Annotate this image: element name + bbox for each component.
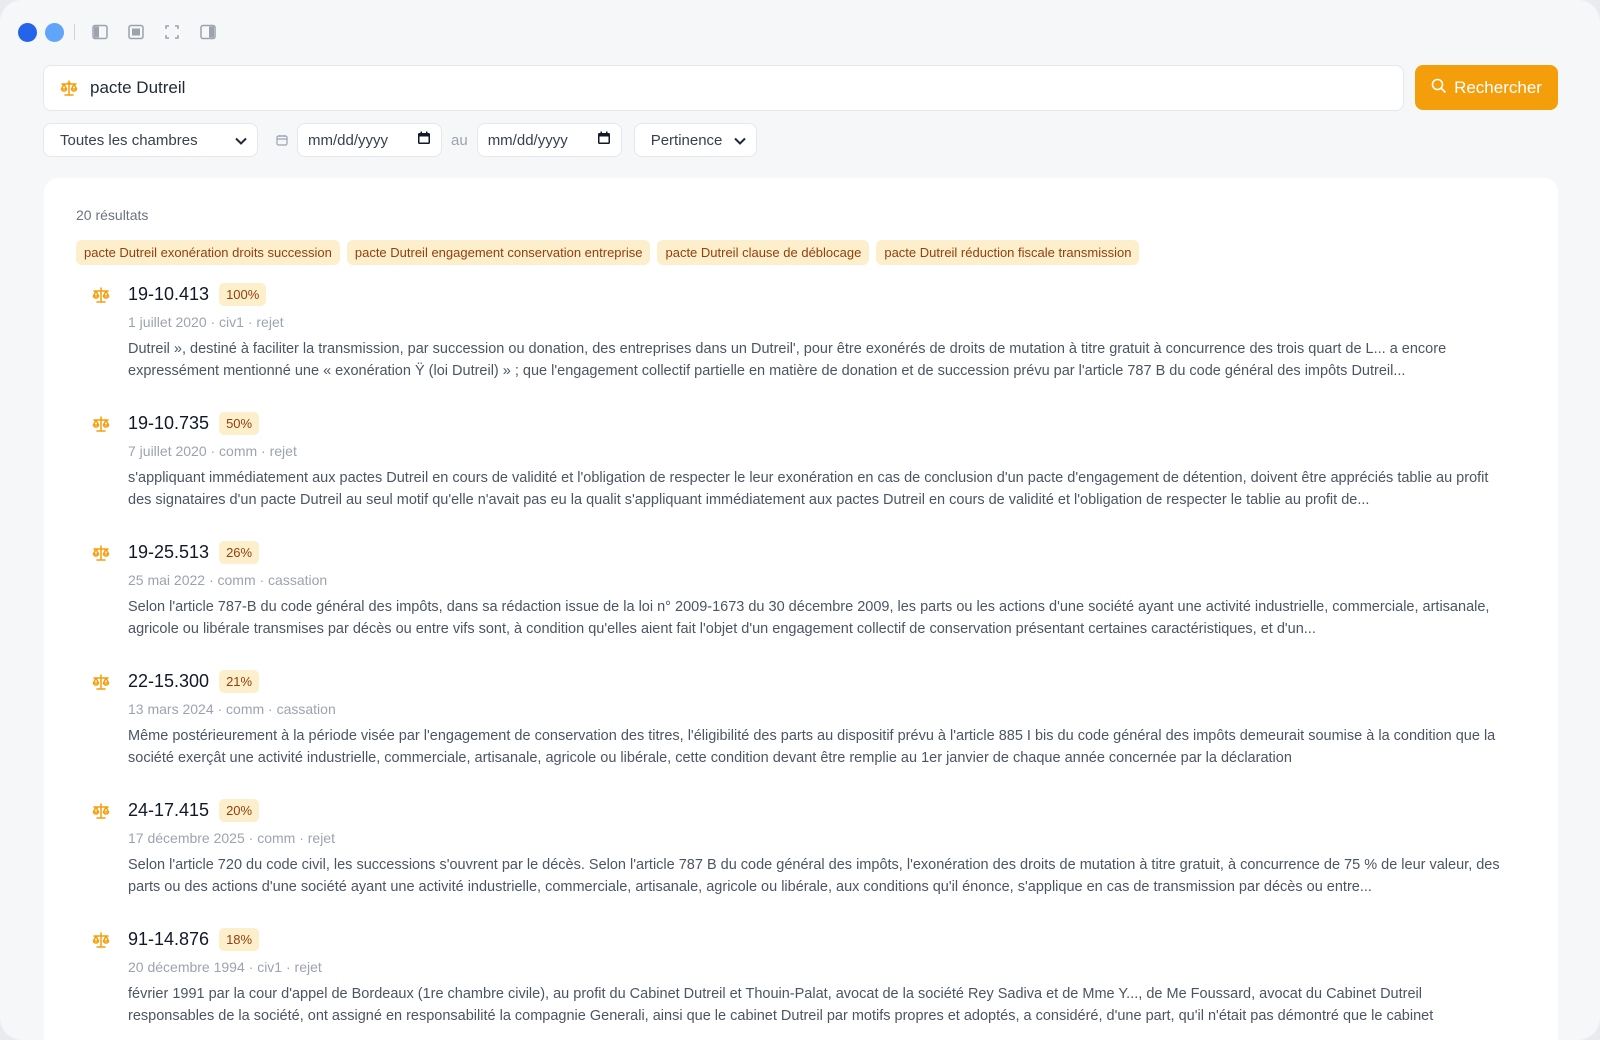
suggestion-chips: pacte Dutreil exonération droits success… <box>76 240 1140 265</box>
relevance-badge: 50% <box>219 412 260 435</box>
result-title[interactable]: 91-14.876 <box>128 929 209 950</box>
panel-icon[interactable] <box>125 21 147 43</box>
result-meta: 1 juillet 2020 · civ1 · rejet <box>128 314 284 330</box>
date-to-input[interactable]: mm/dd/yyyy <box>476 123 622 157</box>
date-to-placeholder: mm/dd/yyyy <box>487 131 568 149</box>
result-snippet: s'appliquant immédiatement aux pactes Du… <box>128 470 1489 508</box>
search-bar: Rechercher <box>43 65 1558 111</box>
search-input[interactable] <box>90 78 1403 98</box>
scale-icon <box>60 80 78 96</box>
search-field[interactable] <box>43 65 1404 111</box>
sort-select[interactable]: Pertinence <box>633 123 757 157</box>
result-meta: 20 décembre 1994 · civ1 · rejet <box>128 959 322 975</box>
result-snippet: février 1991 par la cour d'appel de Bord… <box>128 986 1434 1024</box>
relevance-badge: 18% <box>219 928 260 951</box>
date-from-placeholder: mm/dd/yyyy <box>308 131 389 149</box>
result-meta: 25 mai 2022 · comm · cassation <box>128 572 328 588</box>
relevance-badge: 100% <box>219 283 267 306</box>
titlebar <box>18 20 225 44</box>
suggestion-chip[interactable]: pacte Dutreil clause de déblocage <box>657 240 870 265</box>
suggestion-chip[interactable]: pacte Dutreil réduction fiscale transmis… <box>876 240 1140 265</box>
result-title[interactable]: 24-17.415 <box>128 800 209 821</box>
relevance-badge: 20% <box>219 799 260 822</box>
scale-icon <box>92 416 110 437</box>
result-snippet: Même postérieurement à la période visée … <box>128 728 1496 766</box>
window-dot-secondary[interactable] <box>45 22 64 42</box>
search-button-label: Rechercher <box>1454 77 1542 97</box>
chevron-down-icon <box>235 132 247 149</box>
search-icon <box>1431 78 1446 98</box>
scale-icon <box>92 545 110 566</box>
date-picker-icon[interactable] <box>597 131 611 149</box>
scale-icon <box>92 674 110 695</box>
result-meta: 7 juillet 2020 · comm · rejet <box>128 443 297 459</box>
result-meta: 17 décembre 2025 · comm · rejet <box>128 830 335 846</box>
date-separator: au <box>451 131 468 149</box>
result-snippet: Selon l'article 720 du code civil, les s… <box>128 857 1500 895</box>
suggestion-chip[interactable]: pacte Dutreil engagement conservation en… <box>346 240 651 265</box>
result-title[interactable]: 22-15.300 <box>128 671 209 692</box>
app-window: Rechercher Toutes les chambres mm/dd/yyy… <box>0 0 1600 1040</box>
relevance-badge: 26% <box>219 541 260 564</box>
sort-select-value: Pertinence <box>650 131 723 149</box>
sidebar-left-icon[interactable] <box>89 21 111 43</box>
calendar-icon <box>276 134 288 146</box>
results-count: 20 résultats <box>76 207 149 223</box>
results-panel: 20 résultats pacte Dutreil exonération d… <box>44 178 1558 1040</box>
result-title[interactable]: 19-10.735 <box>128 413 209 434</box>
result-title[interactable]: 19-10.413 <box>128 284 209 305</box>
window-dot-primary[interactable] <box>18 22 37 42</box>
scale-icon <box>92 932 110 953</box>
relevance-badge: 21% <box>219 670 260 693</box>
chamber-select-value: Toutes les chambres <box>60 131 198 149</box>
search-button[interactable]: Rechercher <box>1415 65 1558 110</box>
result-snippet: Dutreil », destiné à faciliter la transm… <box>128 341 1447 379</box>
scale-icon <box>92 803 110 824</box>
scale-icon <box>92 287 110 308</box>
filters-bar: Toutes les chambres mm/dd/yyyy au mm/dd/… <box>43 123 757 157</box>
date-picker-icon[interactable] <box>417 131 431 149</box>
result-snippet: Selon l'article 787-B du code général de… <box>128 599 1490 637</box>
result-title[interactable]: 19-25.513 <box>128 542 209 563</box>
chamber-select[interactable]: Toutes les chambres <box>43 123 258 157</box>
titlebar-divider <box>74 24 75 40</box>
fullscreen-icon[interactable] <box>161 21 183 43</box>
suggestion-chip[interactable]: pacte Dutreil exonération droits success… <box>76 240 340 265</box>
sidebar-right-icon[interactable] <box>197 21 219 43</box>
chevron-down-icon <box>733 132 746 149</box>
date-from-input[interactable]: mm/dd/yyyy <box>297 123 442 157</box>
result-meta: 13 mars 2024 · comm · cassation <box>128 701 336 717</box>
